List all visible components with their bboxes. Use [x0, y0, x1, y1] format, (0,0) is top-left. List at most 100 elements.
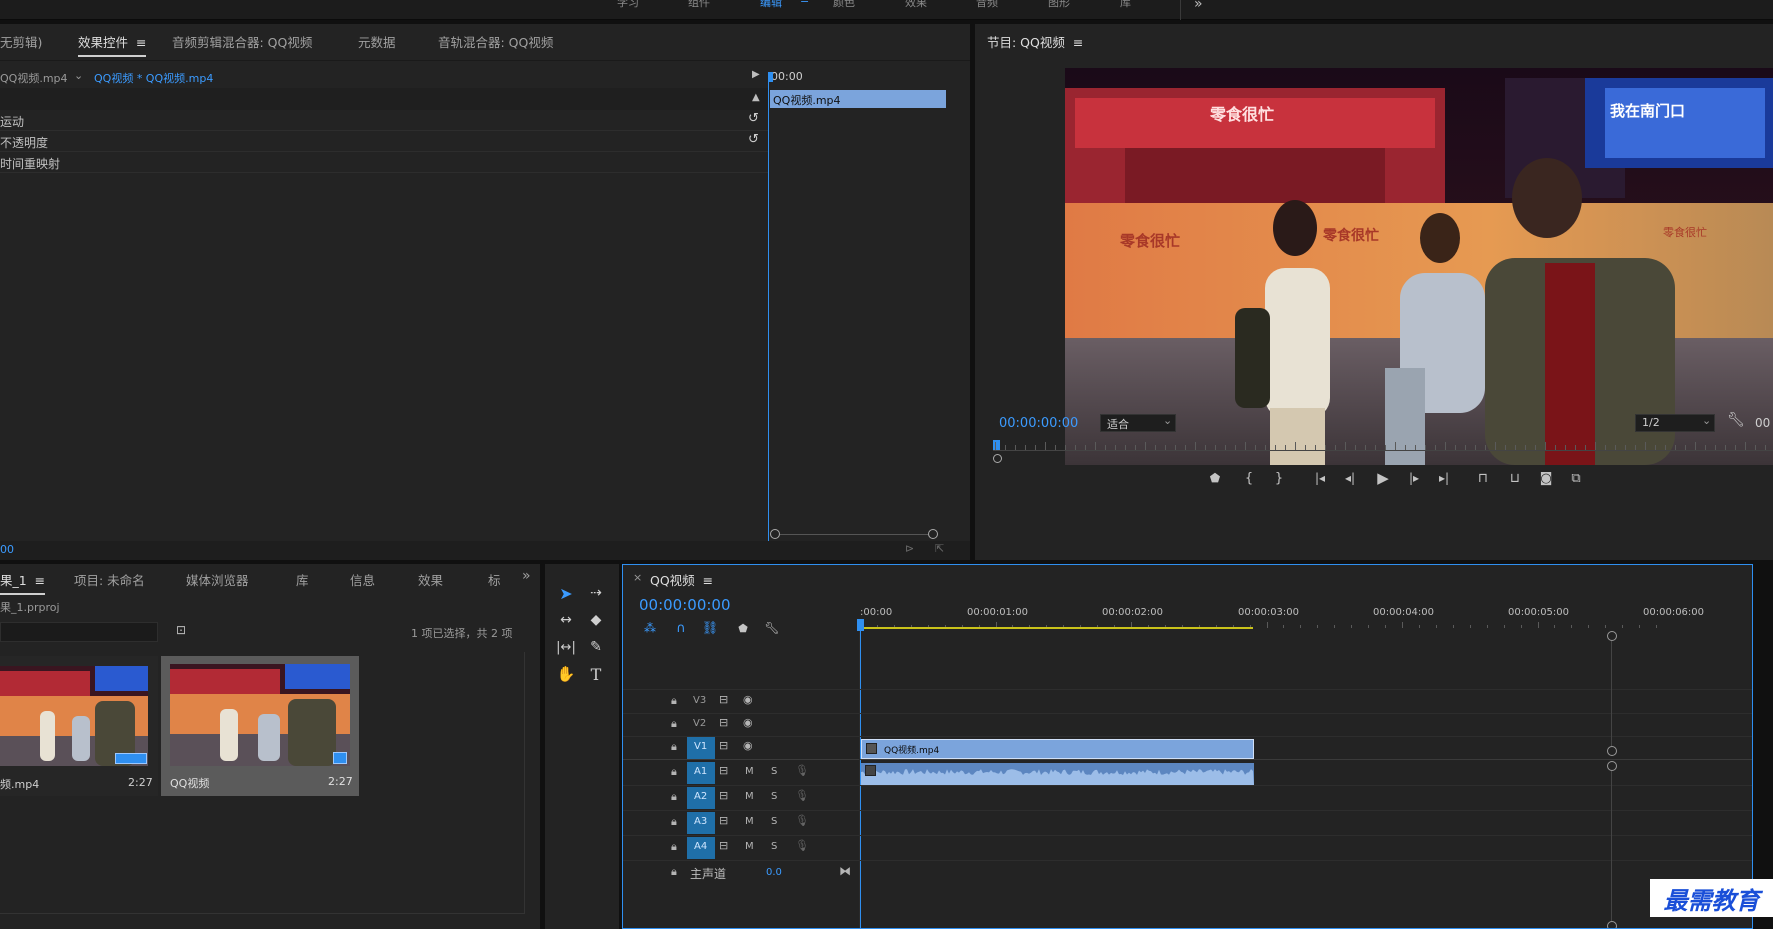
- tab-effect-controls[interactable]: 效果控件 ≡: [78, 32, 147, 57]
- tab-source[interactable]: 无剪辑): [0, 32, 42, 51]
- sync-lock-icon[interactable]: ⊟: [719, 789, 728, 802]
- workspace-tab-color[interactable]: 颜色: [833, 0, 855, 10]
- effect-row-motion[interactable]: 运动 ↺: [0, 110, 768, 131]
- chevron-down-icon[interactable]: ⌄: [74, 69, 83, 82]
- mic-icon[interactable]: 🎙︎: [795, 839, 809, 852]
- reset-icon[interactable]: ↺: [748, 111, 759, 126]
- video-frame[interactable]: 零食很忙 零食很忙 零食很忙 我在南门口 零食很忙: [1065, 68, 1773, 465]
- lock-icon[interactable]: 🔒︎: [671, 865, 677, 879]
- lock-icon[interactable]: 🔒︎: [671, 790, 677, 804]
- tabs-more-button[interactable]: »: [522, 568, 531, 584]
- eye-icon[interactable]: ◉: [743, 716, 753, 729]
- sync-lock-icon[interactable]: ⊟: [719, 716, 728, 729]
- track-select-tool-icon[interactable]: ⇢: [585, 582, 607, 604]
- workspace-tab-assembly[interactable]: 组件: [688, 0, 710, 10]
- filter-icon[interactable]: ⊳: [905, 542, 914, 555]
- in-out-circle[interactable]: [993, 454, 1002, 463]
- tab-effects[interactable]: 效果: [418, 570, 443, 589]
- mute-button[interactable]: M: [745, 816, 754, 827]
- scroll-handle-bottom[interactable]: [1607, 921, 1617, 928]
- mark-out-icon[interactable]: }: [1269, 467, 1289, 489]
- resolution-select[interactable]: 1/2 ⌄: [1635, 414, 1715, 432]
- workspace-tab-libraries[interactable]: 库: [1120, 0, 1131, 10]
- effect-row-opacity[interactable]: 不透明度 ↺: [0, 131, 768, 152]
- scroll-handle-top[interactable]: [1607, 761, 1617, 771]
- panel-menu-icon[interactable]: ≡: [136, 35, 146, 50]
- audio-scrollbar[interactable]: [1607, 761, 1617, 928]
- track-target-a3[interactable]: A3: [687, 812, 715, 834]
- extract-icon[interactable]: ⊔: [1503, 467, 1527, 489]
- track-target-a2[interactable]: A2: [687, 787, 715, 809]
- sequence-clip-label[interactable]: QQ视频 * QQ视频.mp4: [94, 70, 213, 86]
- lock-icon[interactable]: 🔒︎: [671, 815, 677, 829]
- track-label[interactable]: V3: [693, 695, 706, 706]
- mic-icon[interactable]: 🎙︎: [795, 814, 809, 827]
- scroll-handle-bottom[interactable]: [1607, 746, 1617, 756]
- audio-clip-a1[interactable]: [861, 763, 1254, 785]
- lock-icon[interactable]: 🔒︎: [671, 765, 677, 779]
- workspace-tab-audio[interactable]: 音频: [976, 0, 998, 10]
- wrench-icon[interactable]: 🔧︎: [1727, 412, 1745, 428]
- add-marker-icon[interactable]: ⬟: [1205, 467, 1225, 489]
- mic-icon[interactable]: 🎙︎: [795, 789, 809, 802]
- solo-button[interactable]: S: [771, 791, 777, 802]
- expand-right-icon[interactable]: ▶: [752, 69, 760, 80]
- panel-menu-icon[interactable]: ≡: [703, 573, 713, 588]
- reset-icon[interactable]: ↺: [748, 132, 759, 147]
- workspace-tab-effects[interactable]: 效果: [905, 0, 927, 10]
- timeline-timecode[interactable]: 00:00:00:00: [639, 596, 731, 614]
- type-tool-icon[interactable]: T: [585, 663, 607, 685]
- solo-button[interactable]: S: [771, 766, 777, 777]
- pen-tool-icon[interactable]: ✎: [585, 636, 607, 658]
- step-forward-icon[interactable]: |▸: [1403, 467, 1425, 489]
- eye-icon[interactable]: ◉: [743, 739, 753, 752]
- tab-project-untitled[interactable]: 项目: 未命名: [74, 570, 145, 589]
- sync-lock-icon[interactable]: ⊟: [719, 839, 728, 852]
- mic-icon[interactable]: 🎙︎: [795, 764, 809, 777]
- lock-icon[interactable]: 🔒︎: [671, 740, 677, 754]
- lock-icon[interactable]: 🔒︎: [671, 840, 677, 854]
- work-area-bar[interactable]: [860, 627, 1253, 629]
- panel-menu-icon[interactable]: ≡: [35, 573, 45, 588]
- workspace-tab-learn[interactable]: 学习: [617, 0, 639, 10]
- camera-icon[interactable]: ◙: [1535, 467, 1557, 489]
- track-target-v1[interactable]: V1: [687, 737, 715, 759]
- workspace-more-button[interactable]: »: [1194, 0, 1203, 12]
- zoom-select[interactable]: 适合 ⌄: [1100, 414, 1176, 432]
- mini-clip-bar[interactable]: QQ视频.mp4: [770, 90, 946, 108]
- eye-icon[interactable]: ◉: [743, 693, 753, 706]
- sequence-tab[interactable]: QQ视频 ≡: [650, 570, 713, 589]
- sync-lock-icon[interactable]: ⊟: [719, 764, 728, 777]
- zoom-handle-left[interactable]: [770, 529, 780, 539]
- go-to-master-icon[interactable]: ⧓: [839, 864, 851, 878]
- play-icon[interactable]: ▶: [1372, 467, 1394, 489]
- compare-icon[interactable]: ⧉: [1565, 467, 1587, 489]
- tab-audio-clip-mixer[interactable]: 音频剪辑混合器: QQ视频: [172, 32, 312, 51]
- video-clip-v1[interactable]: QQ视频.mp4: [861, 739, 1254, 759]
- track-target-a4[interactable]: A4: [687, 837, 715, 859]
- ripple-edit-tool-icon[interactable]: ↔: [555, 609, 577, 631]
- mini-zoom-bar[interactable]: [770, 529, 938, 539]
- panel-menu-icon[interactable]: ≡: [1073, 35, 1083, 50]
- program-scrub-ruler[interactable]: [993, 440, 1773, 454]
- tab-media-browser[interactable]: 媒体浏览器: [186, 570, 249, 589]
- timeline-playhead-marker[interactable]: [857, 619, 864, 631]
- sync-lock-icon[interactable]: ⊟: [719, 814, 728, 827]
- export-icon[interactable]: ⇱: [935, 542, 944, 555]
- time-ruler[interactable]: :00:00 00:00:01:00 00:00:02:00 00:00:03:…: [857, 601, 1704, 631]
- selection-tool-icon[interactable]: ➤: [555, 582, 577, 604]
- scroll-up-icon[interactable]: ▲: [752, 92, 760, 103]
- program-monitor-title[interactable]: 节目: QQ视频 ≡: [987, 32, 1083, 51]
- track-label[interactable]: V2: [693, 718, 706, 729]
- new-bin-icon[interactable]: ⊡: [176, 623, 186, 637]
- mute-button[interactable]: M: [745, 766, 754, 777]
- workspace-menu-icon[interactable]: ≡: [800, 0, 809, 6]
- tab-project-active[interactable]: 果_1 ≡: [0, 570, 46, 595]
- close-icon[interactable]: ×: [633, 571, 642, 584]
- track-target-a1[interactable]: A1: [687, 762, 715, 784]
- master-volume-value[interactable]: 0.0: [766, 867, 782, 878]
- workspace-tab-graphics[interactable]: 图形: [1048, 0, 1070, 10]
- program-timecode[interactable]: 00:00:00:00: [999, 416, 1078, 431]
- mini-playhead-marker[interactable]: [768, 72, 773, 82]
- tab-markers[interactable]: 标: [488, 570, 501, 589]
